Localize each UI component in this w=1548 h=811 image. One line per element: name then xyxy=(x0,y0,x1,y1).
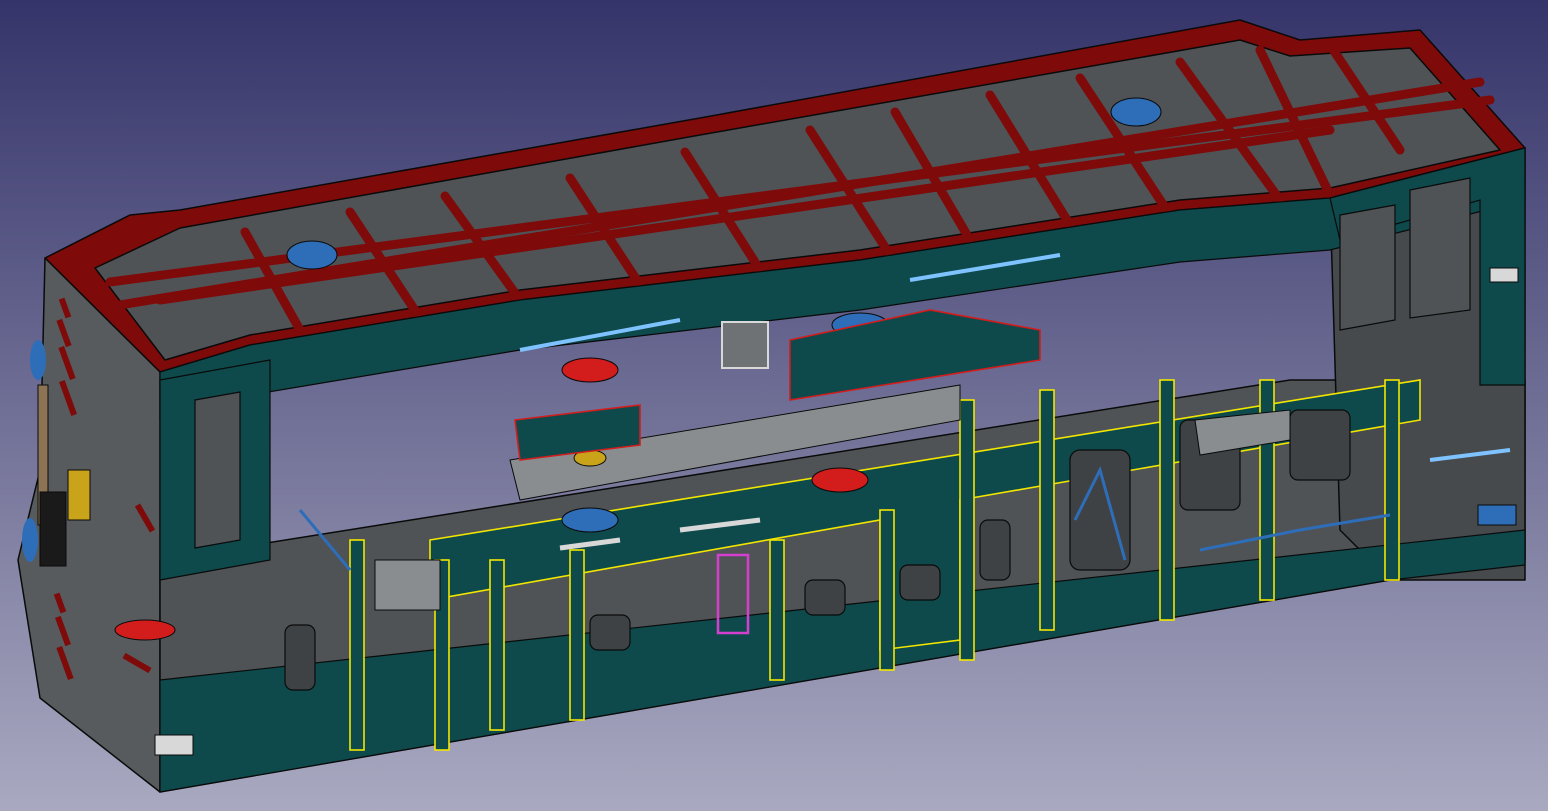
cylinder-top-left xyxy=(286,240,338,270)
center-plate xyxy=(721,321,769,369)
3d-viewport[interactable] xyxy=(0,0,1548,811)
mold-section-view[interactable] xyxy=(0,0,1548,811)
